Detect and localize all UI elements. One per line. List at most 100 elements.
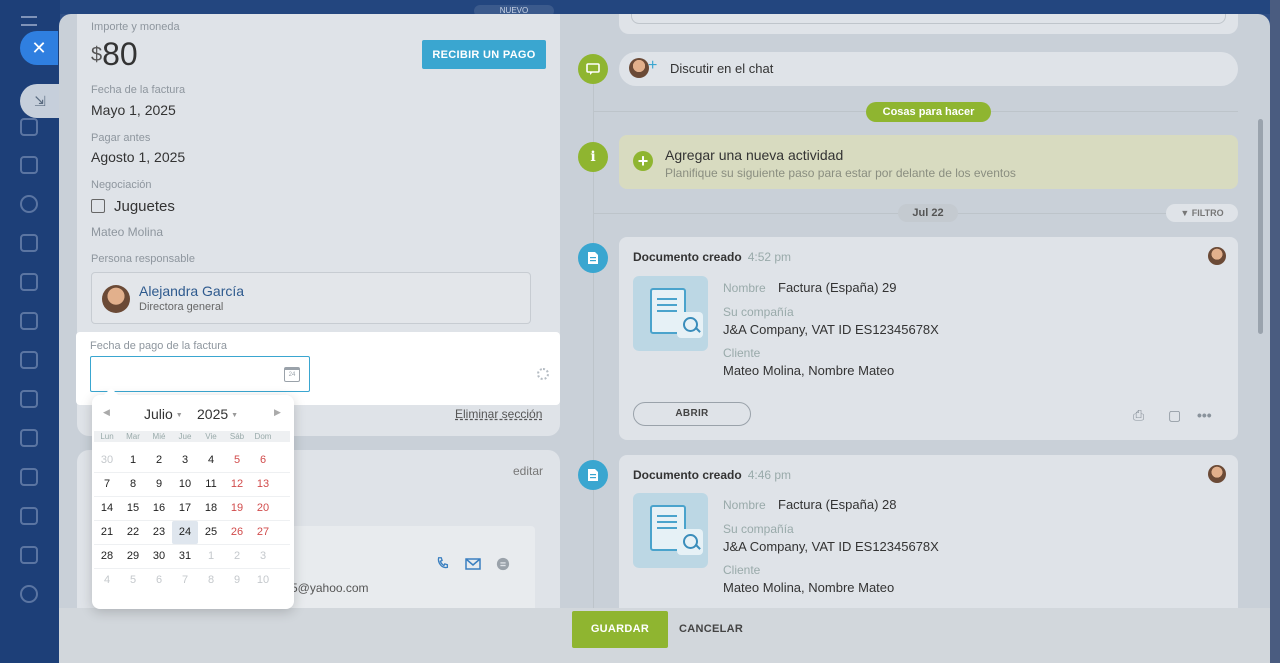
calendar-day[interactable]: 21 bbox=[94, 521, 120, 544]
weekday-header: Lun Mar Mié Jue Vie Sáb Dom bbox=[94, 431, 290, 442]
checklist-icon[interactable] bbox=[20, 468, 38, 486]
calendar-day[interactable]: 19 bbox=[224, 497, 250, 520]
calendar-day[interactable]: 31 bbox=[172, 545, 198, 568]
weekday-label: Dom bbox=[254, 432, 272, 441]
magnifier-icon bbox=[677, 312, 703, 338]
docs-icon[interactable] bbox=[20, 273, 38, 291]
calendar-day[interactable]: 9 bbox=[224, 569, 250, 593]
tasks-icon[interactable] bbox=[20, 156, 38, 174]
date-separator: Jul 22 bbox=[898, 204, 958, 222]
calendar-day[interactable]: 12 bbox=[224, 473, 250, 496]
mail-icon[interactable] bbox=[465, 557, 481, 571]
deal-value[interactable]: Juguetes bbox=[114, 198, 175, 215]
calendar-day[interactable]: 10 bbox=[172, 473, 198, 496]
calendar-day[interactable]: 6 bbox=[250, 449, 276, 472]
calendar-day[interactable]: 17 bbox=[172, 497, 198, 520]
calendar-day[interactable]: 20 bbox=[250, 497, 276, 520]
document-thumbnail[interactable] bbox=[633, 276, 708, 351]
plus-icon[interactable]: + bbox=[633, 151, 653, 171]
contact-email[interactable]: 5@yahoo.com bbox=[291, 581, 369, 595]
note-icon[interactable]: ▢ bbox=[1168, 407, 1181, 424]
chat-icon[interactable] bbox=[20, 118, 38, 136]
calendar-day[interactable]: 13 bbox=[250, 473, 276, 496]
calendar-day[interactable]: 2 bbox=[146, 449, 172, 472]
calendar-day[interactable]: 1 bbox=[198, 545, 224, 568]
menu-icon[interactable] bbox=[21, 16, 37, 26]
calendar-day[interactable]: 18 bbox=[198, 497, 224, 520]
add-participant-icon[interactable]: + bbox=[648, 57, 657, 75]
calendar-day[interactable]: 9 bbox=[146, 473, 172, 496]
next-month-icon[interactable]: ▶ bbox=[274, 407, 281, 418]
minimize-slider-button[interactable]: ⇲ bbox=[20, 84, 60, 118]
responsible-person-box[interactable]: Alejandra García Directora general bbox=[91, 272, 531, 324]
calendar-day[interactable]: 22 bbox=[120, 521, 146, 544]
calendar-icon[interactable] bbox=[20, 234, 38, 252]
calendar-week: 30 1 2 3 4 5 6 bbox=[94, 449, 290, 473]
open-document-button[interactable]: ABRIR bbox=[633, 402, 751, 426]
app-topbar bbox=[0, 0, 1280, 14]
calendar-day[interactable]: 7 bbox=[94, 473, 120, 496]
discuss-in-chat-row[interactable]: + Discutir en el chat bbox=[619, 52, 1238, 86]
calendar-day[interactable]: 29 bbox=[120, 545, 146, 568]
calendar-day[interactable]: 15 bbox=[120, 497, 146, 520]
timeline-scrollbar[interactable] bbox=[1258, 119, 1263, 334]
calendar-day[interactable]: 3 bbox=[250, 545, 276, 568]
calendar-day-today[interactable]: 24 bbox=[172, 521, 198, 544]
calendar-day[interactable]: 26 bbox=[224, 521, 250, 544]
avatar bbox=[1208, 247, 1226, 265]
phone-icon[interactable] bbox=[435, 556, 451, 570]
calendar-day[interactable]: 10 bbox=[250, 569, 276, 593]
cancel-button[interactable]: CANCELAR bbox=[679, 611, 743, 648]
crm-icon[interactable] bbox=[20, 195, 38, 213]
calendar-day[interactable]: 4 bbox=[198, 449, 224, 472]
feed-icon[interactable] bbox=[20, 312, 38, 330]
prev-month-icon[interactable]: ◀ bbox=[103, 407, 110, 418]
calendar-day[interactable]: 11 bbox=[198, 473, 224, 496]
responsible-name[interactable]: Alejandra García bbox=[139, 283, 244, 299]
calendar-day[interactable]: 27 bbox=[250, 521, 276, 544]
more-icon[interactable]: ••• bbox=[1197, 407, 1212, 423]
filter-button[interactable]: ▼ FILTRO bbox=[1166, 204, 1238, 222]
calendar-icon[interactable]: 24 bbox=[284, 367, 300, 382]
close-slider-button[interactable]: ✕ bbox=[20, 31, 58, 65]
chat-bubble-icon[interactable] bbox=[495, 557, 511, 571]
mail-icon[interactable] bbox=[20, 390, 38, 408]
calendar-day[interactable]: 1 bbox=[120, 449, 146, 472]
calendar-day[interactable]: 5 bbox=[120, 569, 146, 593]
calendar-day[interactable]: 8 bbox=[198, 569, 224, 593]
gear-icon[interactable] bbox=[537, 368, 549, 380]
save-button[interactable]: GUARDAR bbox=[572, 611, 668, 648]
calendar-day[interactable]: 16 bbox=[146, 497, 172, 520]
comment-box[interactable] bbox=[619, 14, 1238, 34]
edit-link[interactable]: editar bbox=[513, 464, 543, 478]
month-select[interactable]: Julio ▼ bbox=[144, 406, 183, 422]
calendar-day[interactable]: 14 bbox=[94, 497, 120, 520]
calendar-day[interactable]: 23 bbox=[146, 521, 172, 544]
avatar bbox=[629, 58, 649, 78]
add-activity-box[interactable]: + Agregar una nueva actividad Planifique… bbox=[619, 135, 1238, 189]
calendar-day[interactable]: 30 bbox=[146, 545, 172, 568]
client-name[interactable]: Mateo Molina bbox=[91, 225, 163, 239]
calendar-day[interactable]: 8 bbox=[120, 473, 146, 496]
settings-icon[interactable] bbox=[20, 585, 38, 603]
year-select[interactable]: 2025 ▼ bbox=[197, 406, 238, 422]
print-icon[interactable]: ⎙ bbox=[1133, 407, 1144, 424]
document-timeline-icon bbox=[578, 460, 608, 490]
calendar-day[interactable]: 28 bbox=[94, 545, 120, 568]
remove-section-link[interactable]: Eliminar sección bbox=[455, 407, 542, 421]
calendar-day[interactable]: 4 bbox=[94, 569, 120, 593]
receive-payment-button[interactable]: RECIBIR UN PAGO bbox=[422, 40, 546, 69]
document-thumbnail[interactable] bbox=[633, 493, 708, 568]
calendar-day[interactable]: 7 bbox=[172, 569, 198, 593]
filter-icon[interactable] bbox=[20, 507, 38, 525]
store-icon[interactable] bbox=[20, 351, 38, 369]
calendar-day[interactable]: 5 bbox=[224, 449, 250, 472]
calendar-day[interactable]: 25 bbox=[198, 521, 224, 544]
calendar-day[interactable]: 6 bbox=[146, 569, 172, 593]
calendar-day[interactable]: 3 bbox=[172, 449, 198, 472]
payment-date-input[interactable]: 24 bbox=[90, 356, 310, 392]
calendar-day[interactable]: 30 bbox=[94, 449, 120, 472]
cart-icon[interactable] bbox=[20, 546, 38, 564]
contacts-icon[interactable] bbox=[20, 429, 38, 447]
calendar-day[interactable]: 2 bbox=[224, 545, 250, 568]
